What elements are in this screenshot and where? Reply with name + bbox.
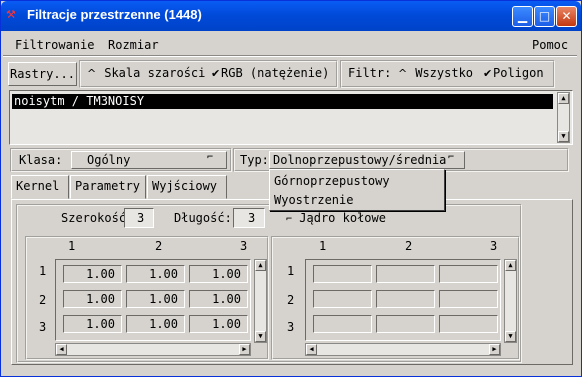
wszystko-label: Wszystko: [415, 66, 474, 80]
skala-option[interactable]: ^ Skala szarości: [87, 66, 205, 80]
rgb-option[interactable]: ✔RGB (natężenie): [211, 66, 329, 80]
typ-label: Typ:: [240, 153, 269, 167]
menu-filtrowanie[interactable]: Filtrowanie: [15, 38, 94, 52]
typ-select[interactable]: Dolnoprzepustowy/średnia ⌐: [269, 151, 465, 169]
matrix-cell[interactable]: [313, 290, 372, 308]
scroll-down-icon[interactable]: ▼: [505, 331, 516, 342]
klasa-value: Ogólny: [87, 153, 131, 167]
matrix-cell[interactable]: [376, 290, 435, 308]
scroll-right-icon[interactable]: ▶: [239, 344, 250, 355]
tab-parametry[interactable]: Parametry: [70, 175, 146, 199]
col-header: 1: [319, 239, 327, 253]
minimize-icon: ▁: [517, 9, 528, 23]
matrix-cell[interactable]: [313, 265, 372, 283]
checkbox-icon: ⌐: [286, 214, 293, 225]
row-header: 1: [287, 264, 295, 278]
close-icon: ✕: [561, 9, 572, 23]
matrix-cell[interactable]: 1.00: [63, 315, 122, 333]
listbox-scrollbar[interactable]: ▲ ▼: [557, 92, 570, 143]
szerokosc-input[interactable]: 3: [124, 208, 154, 228]
matrix-cell[interactable]: 1.00: [126, 290, 185, 308]
matrix-cell[interactable]: [439, 265, 498, 283]
caret-up-icon: ^: [398, 67, 408, 80]
row-header: 2: [39, 293, 47, 307]
typ-value: Dolnoprzepustowy/średnia: [273, 153, 447, 167]
klasa-select[interactable]: Ogólny ⌐: [71, 151, 227, 169]
matrix-cell[interactable]: [439, 290, 498, 308]
poligon-label: Poligon: [493, 66, 544, 80]
scroll-right-icon[interactable]: ▶: [489, 344, 500, 355]
scroll-left-icon[interactable]: ◀: [306, 344, 317, 355]
col-header: 2: [405, 239, 413, 253]
maximize-button[interactable]: □: [534, 6, 555, 27]
app-icon: ⚒: [6, 8, 16, 21]
jadro-label: Jądro kołowe: [299, 211, 386, 225]
menu-pomoc[interactable]: Pomoc: [532, 38, 568, 52]
left-matrix-hscrollbar[interactable]: ◀ ▶: [55, 343, 251, 356]
matrix-cell[interactable]: 1.00: [189, 265, 248, 283]
window-title: Filtracje przestrzenne (1448): [27, 7, 202, 22]
row-header: 3: [287, 320, 295, 334]
filtr-label: Filtr:: [348, 66, 392, 80]
col-header: 3: [240, 239, 248, 253]
rastry-button[interactable]: Rastry...: [8, 62, 77, 86]
row-header: 2: [287, 293, 295, 307]
rastry-label: Rastry...: [9, 67, 76, 81]
row-header: 3: [39, 320, 47, 334]
close-button[interactable]: ✕: [556, 6, 577, 27]
raster-listbox[interactable]: noisytm / TM3NOISY ▲ ▼: [9, 90, 573, 145]
tab-kernel[interactable]: Kernel: [11, 175, 69, 199]
matrix-cell[interactable]: [376, 265, 435, 283]
klasa-label: Klasa:: [19, 153, 63, 167]
check-icon: ✔: [211, 67, 221, 80]
tab-wyjsciowy[interactable]: Wyjściowy: [147, 175, 227, 199]
typ-option[interactable]: Górnoprzepustowy: [274, 174, 390, 188]
scroll-down-icon[interactable]: ▼: [558, 131, 569, 142]
poligon-option[interactable]: ✔Poligon: [483, 66, 544, 80]
check-icon: ✔: [483, 67, 493, 80]
jadro-option[interactable]: ⌐ Jądro kołowe: [286, 211, 386, 225]
scroll-left-icon[interactable]: ◀: [56, 344, 67, 355]
skala-label: Skala szarości: [104, 66, 206, 80]
dropdown-icon: ⌐: [207, 152, 214, 163]
col-header: 2: [155, 239, 163, 253]
matrix-cell[interactable]: 1.00: [126, 315, 185, 333]
matrix-cell[interactable]: [313, 315, 372, 333]
listbox-item[interactable]: noisytm / TM3NOISY: [12, 94, 553, 109]
dlugosc-label: Długość:: [174, 211, 232, 225]
left-matrix-vscrollbar[interactable]: ▲ ▼: [254, 259, 267, 343]
scroll-up-icon[interactable]: ▲: [558, 93, 569, 104]
left-matrix: 1.00 1.00 1.00 1.00 1.00 1.00 1.00 1.00 …: [55, 259, 251, 341]
right-matrix-vscrollbar[interactable]: ▲ ▼: [504, 259, 517, 343]
dlugosc-input[interactable]: 3: [233, 208, 265, 228]
minimize-button[interactable]: ▁: [512, 6, 533, 27]
caret-up-icon: ^: [87, 67, 97, 80]
menu-rozmiar[interactable]: Rozmiar: [108, 38, 159, 52]
matrix-cell[interactable]: 1.00: [63, 290, 122, 308]
wszystko-option[interactable]: ^ Wszystko: [398, 66, 473, 80]
scroll-down-icon[interactable]: ▼: [255, 331, 266, 342]
dropdown-icon: ⌐: [448, 152, 455, 163]
col-header: 1: [68, 239, 76, 253]
matrix-cell[interactable]: 1.00: [189, 290, 248, 308]
maximize-icon: □: [538, 9, 551, 23]
matrix-cell[interactable]: 1.00: [126, 265, 185, 283]
typ-option[interactable]: Wyostrzenie: [274, 193, 353, 207]
col-header: 3: [490, 239, 498, 253]
menu-divider: [3, 55, 577, 57]
matrix-cell[interactable]: 1.00: [63, 265, 122, 283]
matrix-cell[interactable]: [439, 315, 498, 333]
title-bar[interactable]: ⚒ Filtracje przestrzenne (1448) ▁ □ ✕: [1, 1, 581, 31]
scroll-up-icon[interactable]: ▲: [505, 260, 516, 271]
right-matrix-hscrollbar[interactable]: ◀ ▶: [305, 343, 501, 356]
szerokosc-label: Szerokość: [61, 211, 127, 225]
typ-dropdown-menu: Górnoprzepustowy Wyostrzenie: [269, 169, 445, 211]
rgb-label: RGB (natężenie): [221, 66, 330, 80]
matrix-cell[interactable]: [376, 315, 435, 333]
app-window: ⚒ Filtracje przestrzenne (1448) ▁ □ ✕ Fi…: [0, 0, 582, 377]
row-header: 1: [39, 264, 47, 278]
matrix-cell[interactable]: 1.00: [189, 315, 248, 333]
scroll-up-icon[interactable]: ▲: [255, 260, 266, 271]
right-matrix: [305, 259, 501, 341]
